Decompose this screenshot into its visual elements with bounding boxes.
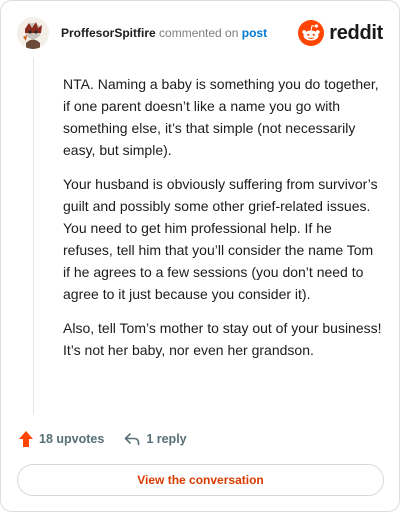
reddit-logo[interactable]: reddit [298,19,383,47]
comment-header: ProffesorSpitfire commented on post redd… [17,15,383,51]
replies-count: 1 reply [146,432,187,446]
reddit-logo-icon [298,20,325,46]
comment-action-text: commented on [159,26,239,40]
thread-line[interactable] [33,57,34,415]
author-name[interactable]: ProffesorSpitfire [61,26,156,40]
comment-footer: 18 upvotes 1 reply [19,429,187,449]
brand-wordmark: reddit [329,21,383,44]
comment-body: NTA. Naming a baby is something you do t… [63,73,383,373]
comment-meta: ProffesorSpitfire commented on post [61,25,267,41]
reply-arrow-icon [125,433,140,446]
comment-card: ProffesorSpitfire commented on post redd… [0,0,400,512]
upvotes-count: 18 upvotes [39,432,105,446]
comment-paragraph: Your husband is obviously suffering from… [63,176,378,302]
upvote-arrow-icon [19,431,33,447]
post-link[interactable]: post [242,26,267,40]
comment-paragraph: NTA. Naming a baby is something you do t… [63,76,379,158]
avatar[interactable] [17,17,49,49]
comment-paragraph: Also, tell Tom’s mother to stay out of y… [63,320,382,358]
upvotes-stat[interactable]: 18 upvotes [19,431,104,447]
view-conversation-button[interactable]: View the conversation [17,464,384,496]
replies-stat[interactable]: 1 reply [124,432,187,446]
user-avatar-icon [17,17,49,49]
